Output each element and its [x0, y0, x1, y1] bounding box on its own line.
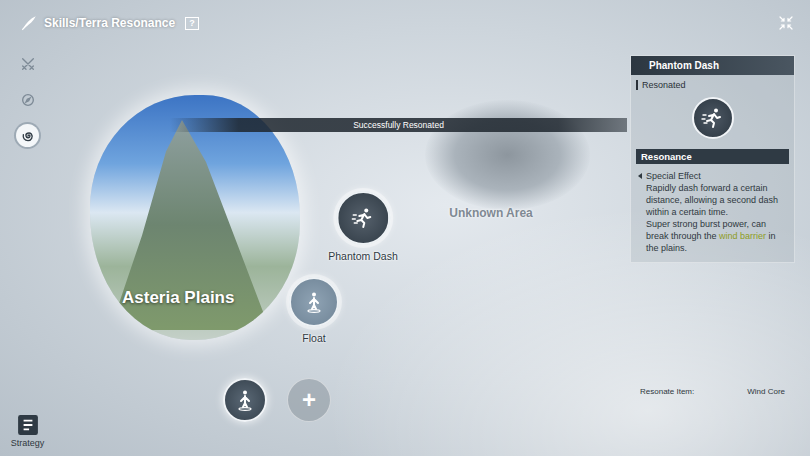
- sidebar-item[interactable]: [16, 52, 39, 75]
- collapse-icon[interactable]: [778, 15, 794, 31]
- main-area: Strategy Unknown Area Asteria Plains Suc…: [0, 46, 810, 456]
- skill-slot[interactable]: [223, 378, 267, 422]
- skill-slot[interactable]: +: [287, 378, 331, 422]
- feather-logo-icon: [20, 14, 38, 32]
- crossed-swords-icon: [20, 56, 36, 72]
- book-icon: [17, 414, 39, 436]
- strategy-label: Strategy: [11, 438, 45, 448]
- compass-icon: [20, 92, 36, 108]
- float-icon: [233, 388, 257, 412]
- section-header: Resonance: [636, 149, 789, 164]
- panel-title: Phantom Dash: [631, 56, 794, 75]
- terra-resonance-screen: Skills/Terra Resonance ? Strategy Unknow…: [0, 0, 810, 456]
- dash-icon: [701, 106, 725, 130]
- resonate-item: Resonate Item: Wind Core: [630, 387, 795, 396]
- detail-column: Phantom Dash Resonated Resonance Special…: [630, 46, 795, 456]
- strategy-button[interactable]: Strategy: [11, 414, 45, 448]
- dash-icon: [351, 206, 375, 230]
- float-icon: [302, 290, 326, 314]
- header: Skills/Terra Resonance ?: [0, 0, 810, 46]
- add-icon: +: [302, 388, 316, 412]
- screen-title: Skills/Terra Resonance: [44, 16, 175, 30]
- spiral-icon: [20, 128, 36, 144]
- skill-icon: [692, 97, 734, 139]
- region-label: Asteria Plains: [122, 288, 234, 308]
- status-banner: Successfully Resonated: [170, 118, 627, 132]
- effect-text: Special Effect Rapidly dash forward a ce…: [636, 164, 789, 254]
- skill-node[interactable]: Phantom Dash: [328, 191, 397, 262]
- region-label: Unknown Area: [449, 206, 533, 220]
- help-button[interactable]: ?: [185, 17, 199, 30]
- skill-node[interactable]: Float: [289, 277, 339, 344]
- resonance-map: Unknown Area Asteria Plains Successfully…: [55, 46, 630, 456]
- sidebar-item[interactable]: [16, 124, 39, 147]
- sidebar: Strategy: [0, 46, 55, 456]
- sidebar-item[interactable]: [16, 88, 39, 111]
- status-label: Resonated: [636, 80, 686, 90]
- unknown-region-image[interactable]: [425, 100, 590, 210]
- detail-panel: Phantom Dash Resonated Resonance Special…: [630, 55, 795, 263]
- skill-label: Float: [302, 332, 325, 344]
- skill-label: Phantom Dash: [328, 250, 397, 262]
